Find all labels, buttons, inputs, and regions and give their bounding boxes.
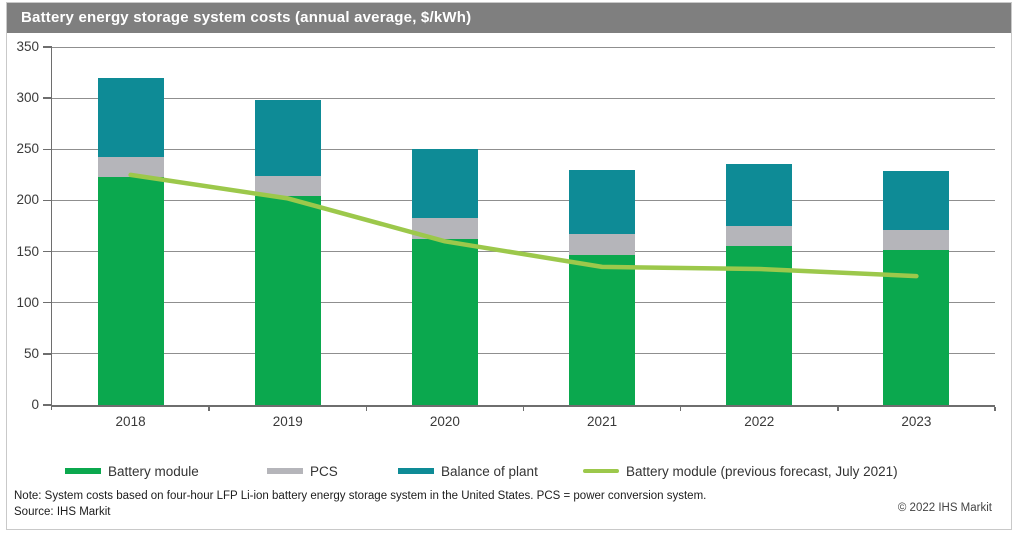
chart-copyright: © 2022 IHS Markit: [898, 502, 992, 514]
legend-item-balance-of-plant: Balance of plant: [398, 463, 538, 479]
legend-bar-swatch: [65, 468, 101, 474]
legend-line-swatch: [583, 469, 619, 473]
legend-label: Balance of plant: [441, 464, 538, 479]
legend-bar-swatch: [398, 468, 434, 474]
chart-panel: Battery energy storage system costs (ann…: [6, 2, 1012, 530]
chart-source: Source: IHS Markit: [14, 506, 111, 518]
legend-item-pcs: PCS: [267, 463, 338, 479]
legend-bar-swatch: [267, 468, 303, 474]
chart-note: Note: System costs based on four-hour LF…: [14, 490, 706, 502]
legend-item-battery-module-previous-forecast-july-2021: Battery module (previous forecast, July …: [583, 463, 898, 479]
legend-label: Battery module: [108, 464, 199, 479]
legend: Battery modulePCSBalance of plantBattery…: [7, 3, 1011, 529]
legend-label: Battery module (previous forecast, July …: [626, 464, 898, 479]
legend-item-battery-module: Battery module: [65, 463, 199, 479]
legend-label: PCS: [310, 464, 338, 479]
